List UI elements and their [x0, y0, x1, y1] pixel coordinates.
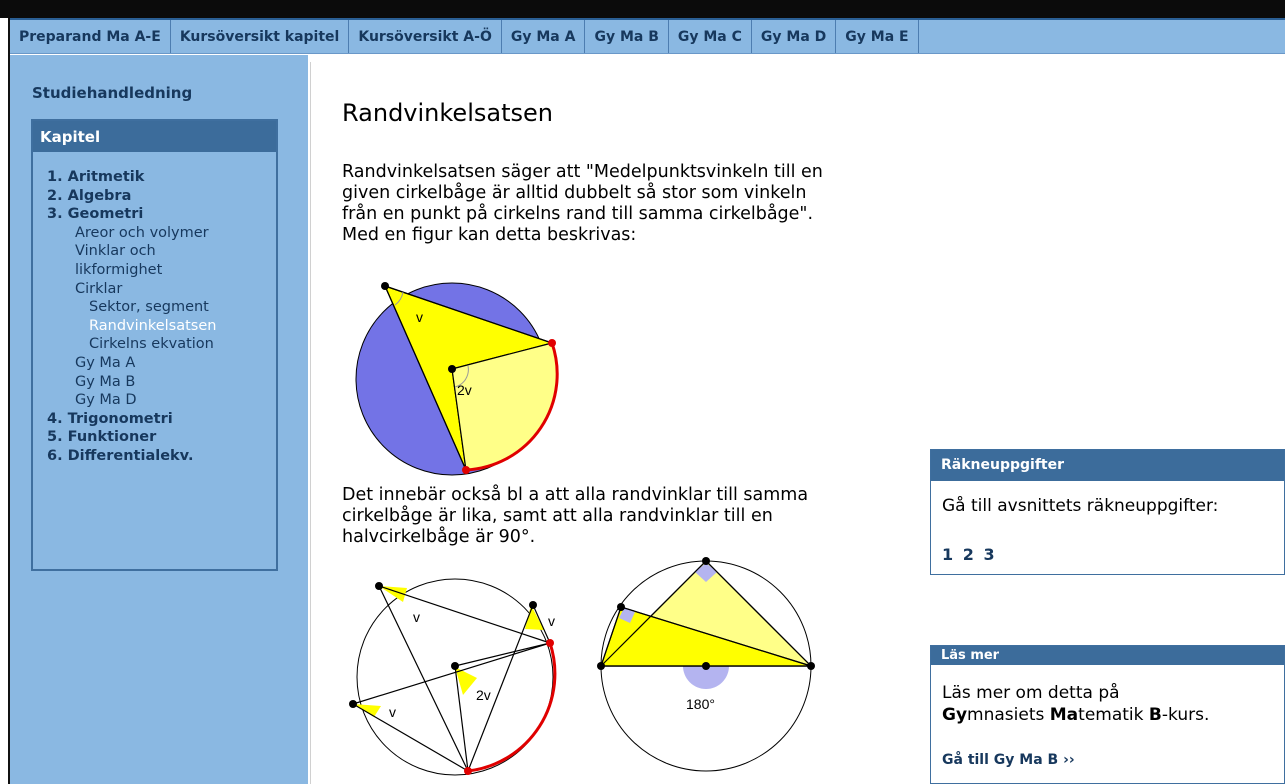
read-more-line: Läs mer om detta på	[942, 683, 1120, 703]
exercises-box: Räkneuppgifter Gå till avsnittets räkneu…	[930, 449, 1285, 575]
angle-label-v: v	[548, 613, 555, 629]
read-more-text-part: tematik	[1078, 705, 1149, 725]
intro-paragraph: Randvinkelsatsen säger att "Medelpunktsv…	[342, 162, 922, 246]
nav-item-1[interactable]: Kursöversikt kapitel	[171, 20, 350, 53]
text-line: halvcirkelbåge är 90°.	[342, 527, 536, 547]
chapter-item[interactable]: 6. Differentialekv.	[47, 447, 276, 466]
read-more-line: Gymnasiets Matematik B-kurs.	[942, 704, 1209, 726]
exercise-link-2[interactable]: 2	[963, 545, 974, 564]
chapter-item[interactable]: Cirkelns ekvation	[47, 335, 276, 354]
exercise-link-1[interactable]: 1	[942, 545, 953, 564]
nav-item-2[interactable]: Kursöversikt A-Ö	[349, 20, 502, 53]
exercises-title: Räkneuppgifter	[931, 450, 1284, 481]
exercises-text: Gå till avsnittets räkneuppgifter:	[942, 496, 1219, 516]
angle-label-2v: 2v	[476, 687, 491, 703]
chapter-item[interactable]: Cirklar	[47, 280, 276, 299]
chapter-item[interactable]: Randvinkelsatsen	[47, 317, 276, 336]
sidebar: Studiehandledning Kapitel 1. Aritmetik 2.…	[10, 55, 308, 784]
nav-item-3[interactable]: Gy Ma A	[502, 20, 586, 53]
read-more-title: Läs mer	[931, 646, 1284, 665]
read-more-text-part: Gy	[942, 705, 968, 725]
equal-angles-figure: v v v 2v	[349, 578, 557, 776]
read-more-text-part: -kurs.	[1161, 705, 1210, 725]
chapter-item[interactable]: Gy Ma B	[47, 373, 276, 392]
text-line: given cirkelbåge är alltid dubbelt så st…	[342, 183, 807, 203]
nav-item-7[interactable]: Gy Ma E	[836, 20, 919, 53]
chapter-item[interactable]: 4. Trigonometri	[47, 410, 276, 429]
exercise-link-3[interactable]: 3	[983, 545, 994, 564]
angle-label-v: v	[389, 704, 396, 720]
chapter-item[interactable]: Gy Ma D	[47, 391, 276, 410]
semicircle-figure: 180°	[597, 557, 815, 772]
text-line: Det innebär också bl a att alla randvink…	[342, 485, 809, 505]
exercise-links: 1 2 3	[942, 545, 999, 564]
chapter-item[interactable]: 1. Aritmetik	[47, 168, 276, 187]
chapter-item[interactable]: Vinklar och	[47, 242, 276, 261]
left-edge	[0, 18, 10, 784]
read-more-text-part: Ma	[1049, 705, 1079, 725]
nav-item-4[interactable]: Gy Ma B	[585, 20, 669, 53]
text-line: Med en figur kan detta beskrivas:	[342, 225, 637, 245]
chapter-box-title: Kapitel	[33, 121, 276, 152]
window-top-bar	[0, 0, 1285, 18]
angle-label-2v: 2v	[457, 382, 472, 398]
text-line: från en punkt på cirkelns rand till samm…	[342, 204, 814, 224]
inscribed-angle-figure: v 2v	[355, 282, 559, 476]
chapter-item[interactable]: 2. Algebra	[47, 187, 276, 206]
chapter-item[interactable]: Sektor, segment	[47, 298, 276, 317]
chapter-box: Kapitel 1. Aritmetik 2. Algebra 3. Geometr…	[31, 119, 278, 571]
top-navigation: Preparand Ma A-E Kursöversikt kapitel Kurs…	[10, 18, 1285, 54]
chapter-item[interactable]: 5. Funktioner	[47, 428, 276, 447]
angle-label-180: 180°	[686, 696, 715, 712]
read-more-text-part: mnasiets	[967, 705, 1050, 725]
chapter-list: 1. Aritmetik 2. Algebra 3. Geometri Areor o…	[33, 152, 276, 466]
angle-label-v: v	[413, 609, 420, 625]
chapter-item[interactable]: 3. Geometri	[47, 205, 276, 224]
read-more-box: Läs mer Läs mer om detta på Gymnasiets M…	[930, 645, 1285, 784]
goto-gy-ma-b-link[interactable]: Gå till Gy Ma B ››	[942, 752, 1075, 768]
nav-item-0[interactable]: Preparand Ma A-E	[10, 20, 171, 53]
nav-item-6[interactable]: Gy Ma D	[752, 20, 837, 53]
study-guide-link[interactable]: Studiehandledning	[32, 84, 192, 102]
chapter-item[interactable]: likformighet	[47, 261, 276, 280]
page-title: Randvinkelsatsen	[342, 99, 553, 127]
second-paragraph: Det innebär också bl a att alla randvink…	[342, 485, 922, 548]
chapter-item[interactable]: Gy Ma A	[47, 354, 276, 373]
text-line: Randvinkelsatsen säger att "Medelpunktsv…	[342, 162, 823, 182]
text-line: cirkelbåge är lika, samt att alla randvi…	[342, 506, 773, 526]
read-more-text-part: B	[1148, 705, 1162, 725]
read-more-text: Läs mer om detta på Gymnasiets Matematik…	[942, 682, 1209, 726]
nav-item-5[interactable]: Gy Ma C	[669, 20, 752, 53]
angle-label-v: v	[416, 309, 423, 325]
chapter-item[interactable]: Areor och volymer	[47, 224, 276, 243]
